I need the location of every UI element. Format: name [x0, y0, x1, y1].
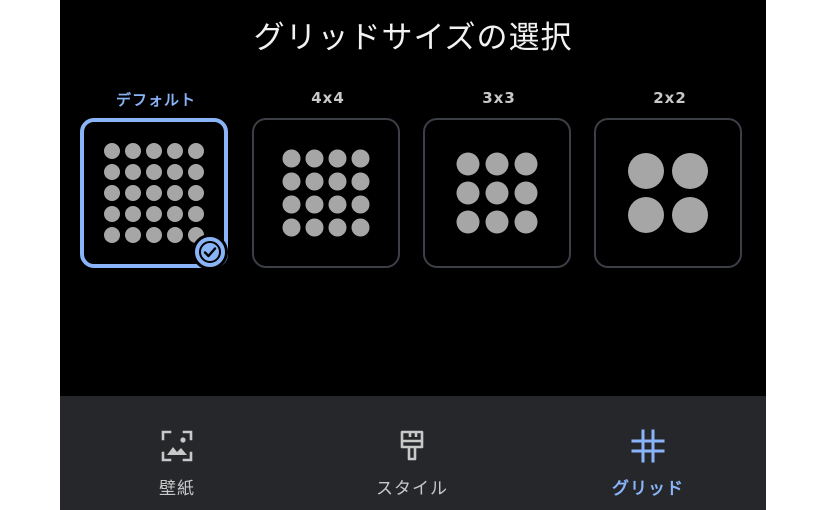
grid-size-screen: グリッドサイズの選択 デフォルト 4x4 3x3 2x2 壁紙 スタイル グリッ…: [60, 0, 766, 510]
option-label: 4x4: [311, 89, 345, 107]
grid-preview-dots: [456, 152, 538, 234]
wallpaper-icon: [159, 428, 195, 464]
grid-preview-tile[interactable]: [80, 118, 228, 270]
nav-label: 壁紙: [159, 479, 195, 499]
grid-preview-dots: [628, 153, 708, 233]
grid-option-default[interactable]: デフォルト: [80, 0, 232, 280]
option-label: 3x3: [482, 89, 516, 107]
nav-item-grid[interactable]: グリッド: [568, 396, 728, 510]
grid-option-4x4[interactable]: 4x4: [252, 0, 404, 280]
grid-option-3x3[interactable]: 3x3: [423, 0, 575, 280]
nav-item-style[interactable]: スタイル: [332, 396, 492, 510]
nav-item-wallpaper[interactable]: 壁紙: [97, 396, 257, 510]
nav-label: グリッド: [612, 479, 684, 499]
grid-option-2x2[interactable]: 2x2: [594, 0, 746, 280]
grid-preview-tile[interactable]: [423, 118, 571, 268]
brush-icon: [394, 428, 430, 464]
grid-preview-dots: [104, 143, 204, 243]
check-icon: [192, 234, 228, 270]
option-label: デフォルト: [115, 91, 196, 109]
grid-preview-tile[interactable]: [252, 118, 400, 268]
grid-icon: [630, 428, 666, 464]
grid-preview-tile[interactable]: [594, 118, 742, 268]
grid-preview-dots: [282, 149, 370, 237]
bottom-navigation: 壁紙 スタイル グリッド: [60, 396, 766, 510]
nav-label: スタイル: [376, 479, 448, 499]
option-label: 2x2: [653, 89, 687, 107]
